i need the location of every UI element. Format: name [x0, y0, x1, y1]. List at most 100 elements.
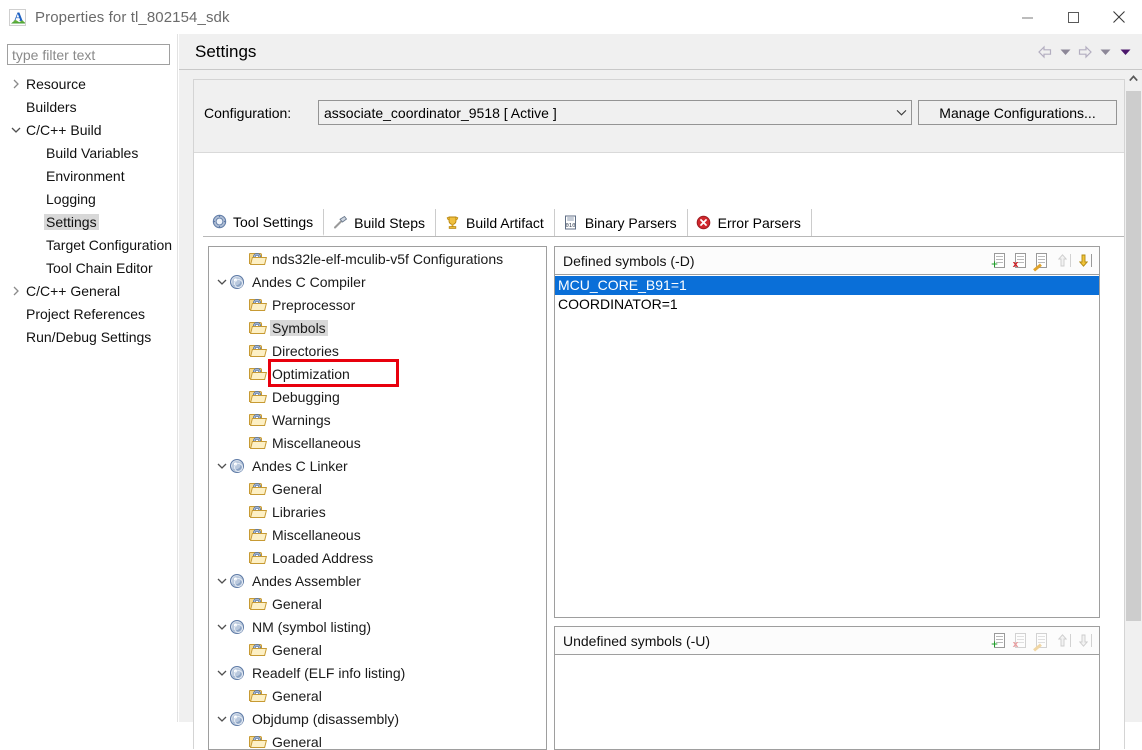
- sidebar-item-c-c-build[interactable]: C/C++ Build: [0, 118, 178, 141]
- sidebar-item-label: Settings: [44, 213, 99, 230]
- undefined-symbols-list[interactable]: [555, 656, 1099, 749]
- trophy-icon: [444, 215, 460, 231]
- tab-error-parsers[interactable]: Error Parsers: [687, 209, 812, 236]
- scrollbar-track[interactable]: [1125, 87, 1142, 722]
- chevron-down-icon[interactable]: [214, 454, 229, 477]
- delete-symbol-button[interactable]: x: [1012, 252, 1030, 270]
- sidebar-item-resource[interactable]: Resource: [0, 72, 178, 95]
- page-title: Settings: [195, 42, 257, 61]
- tool-tree-item[interactable]: Symbols: [209, 316, 546, 339]
- tool-tree-item[interactable]: General: [209, 638, 546, 661]
- tool-tree-item[interactable]: Miscellaneous: [209, 431, 546, 454]
- back-button[interactable]: [1036, 43, 1054, 61]
- sidebar-item-tool-chain-editor[interactable]: Tool Chain Editor: [0, 256, 178, 279]
- tool-tree-item[interactable]: Debugging: [209, 385, 546, 408]
- chevron-down-icon[interactable]: [214, 707, 229, 730]
- chevron-down-icon[interactable]: [214, 615, 229, 638]
- tool-tree-item[interactable]: Miscellaneous: [209, 523, 546, 546]
- chevron-right-icon[interactable]: [8, 72, 24, 95]
- view-menu-dropdown[interactable]: [1116, 43, 1134, 61]
- tool-options-tree[interactable]: nds32le-elf-mculib-v5f Configurations And…: [208, 246, 547, 750]
- folder-option-icon: [249, 411, 267, 428]
- folder-option-icon: [249, 250, 267, 267]
- add-symbol-button[interactable]: +: [991, 252, 1009, 270]
- properties-tree: Resource Builders C/C++ Build Build Variabl…: [0, 72, 178, 348]
- sidebar-item-environment[interactable]: Environment: [0, 164, 178, 187]
- sidebar-item-settings[interactable]: Settings: [0, 210, 178, 233]
- close-button[interactable]: [1096, 0, 1142, 34]
- tool-tree-item[interactable]: General: [209, 730, 546, 749]
- tool-tree-item[interactable]: Andes C Linker: [209, 454, 546, 477]
- folder-option-icon: [249, 365, 267, 382]
- sidebar-item-target-configuration[interactable]: Target Configuration: [0, 233, 178, 256]
- sidebar-item-label: Target Configuration: [46, 236, 173, 253]
- dialog-scrollbar[interactable]: [1125, 70, 1142, 722]
- forward-dropdown[interactable]: [1096, 43, 1114, 61]
- folder-option-icon: [249, 480, 267, 497]
- scrollbar-thumb[interactable]: [1126, 91, 1141, 621]
- sidebar-item-project-references[interactable]: Project References: [0, 302, 178, 325]
- add-symbol-button[interactable]: +: [991, 632, 1009, 650]
- defined-symbol-row[interactable]: MCU_CORE_B91=1: [555, 276, 1099, 295]
- sidebar-item-run-debug-settings[interactable]: Run/Debug Settings: [0, 325, 178, 348]
- tool-tree-item[interactable]: Andes Assembler: [209, 569, 546, 592]
- tool-tree-item[interactable]: Optimization: [209, 362, 546, 385]
- filter-input[interactable]: [7, 44, 170, 65]
- move-down-button[interactable]: [1075, 252, 1093, 270]
- maximize-button[interactable]: [1050, 0, 1096, 34]
- tool-tree-item[interactable]: nds32le-elf-mculib-v5f Configurations: [209, 247, 546, 270]
- chevron-down-icon[interactable]: [214, 569, 229, 592]
- tool-tree-item-label: Andes Assembler: [252, 572, 361, 589]
- sidebar-item-label: Build Variables: [46, 144, 139, 161]
- settings-page-area: Settings Configuration: associate_coordi…: [179, 34, 1142, 750]
- delete-symbol-button: x: [1012, 632, 1030, 650]
- tool-tree-item[interactable]: Warnings: [209, 408, 546, 431]
- sidebar-item-logging[interactable]: Logging: [0, 187, 178, 210]
- tool-tree-item-label: Miscellaneous: [272, 526, 361, 543]
- defined-symbol-row[interactable]: COORDINATOR=1: [555, 295, 1099, 314]
- tool-tree-item[interactable]: General: [209, 684, 546, 707]
- chevron-right-icon[interactable]: [8, 279, 24, 302]
- sidebar-item-c-c-general[interactable]: C/C++ General: [0, 279, 178, 302]
- tool-tree-item[interactable]: General: [209, 477, 546, 500]
- tab-tool-settings[interactable]: Tool Settings: [203, 209, 325, 236]
- tab-label: Build Artifact: [466, 214, 544, 231]
- forward-button[interactable]: [1076, 43, 1094, 61]
- manage-configurations-button[interactable]: Manage Configurations...: [918, 100, 1117, 125]
- tool-tree-item-label: Preprocessor: [272, 296, 356, 313]
- back-dropdown[interactable]: [1056, 43, 1074, 61]
- tab-binary-parsers[interactable]: 010 Binary Parsers: [554, 209, 688, 236]
- tool-tree-item[interactable]: Directories: [209, 339, 546, 362]
- edit-symbol-button[interactable]: [1033, 252, 1051, 272]
- chevron-down-icon[interactable]: [8, 118, 24, 141]
- tool-tree-item[interactable]: Loaded Address: [209, 546, 546, 569]
- move-up-button: [1054, 252, 1072, 270]
- folder-option-icon: [249, 595, 267, 612]
- tab-build-steps[interactable]: Build Steps: [324, 209, 436, 236]
- tool-gear-icon: [229, 457, 246, 474]
- tool-tree-item[interactable]: Objdump (disassembly): [209, 707, 546, 730]
- minimize-button[interactable]: [1004, 0, 1050, 34]
- sidebar-item-builders[interactable]: Builders: [0, 95, 178, 118]
- tool-tree-item[interactable]: General: [209, 592, 546, 615]
- properties-navigation-panel: Resource Builders C/C++ Build Build Variabl…: [0, 34, 178, 722]
- tool-tree-item[interactable]: Libraries: [209, 500, 546, 523]
- folder-option-icon: [249, 549, 267, 566]
- defined-symbols-list[interactable]: MCU_CORE_B91=1 COORDINATOR=1: [555, 276, 1099, 617]
- chevron-down-icon[interactable]: [214, 270, 229, 293]
- tool-tree-item[interactable]: Preprocessor: [209, 293, 546, 316]
- scroll-up-arrow-icon[interactable]: [1125, 70, 1142, 87]
- sidebar-item-label: Tool Chain Editor: [46, 259, 153, 276]
- tool-tree-item[interactable]: Readelf (ELF info listing): [209, 661, 546, 684]
- configuration-select[interactable]: associate_coordinator_9518 [ Active ]: [318, 100, 912, 125]
- tool-tree-item[interactable]: NM (symbol listing): [209, 615, 546, 638]
- folder-option-icon: [249, 319, 267, 336]
- tool-tree-item[interactable]: Andes C Compiler: [209, 270, 546, 293]
- tab-build-artifact[interactable]: Build Artifact: [436, 209, 555, 236]
- chevron-down-icon[interactable]: [214, 661, 229, 684]
- sidebar-item-build-variables[interactable]: Build Variables: [0, 141, 178, 164]
